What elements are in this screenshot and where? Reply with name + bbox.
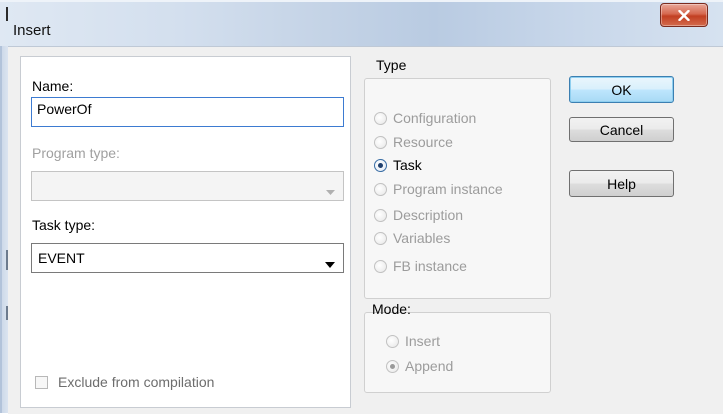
mode-group: Mode: Insert Append [364,301,551,393]
type-option-resource[interactable]: Resource [374,134,453,150]
type-option-label: Description [393,207,464,223]
cancel-button[interactable]: Cancel [569,117,674,142]
mode-option-label: Insert [405,333,441,349]
type-option-variables[interactable]: Variables [374,230,450,246]
radio-button[interactable] [374,231,387,245]
exclude-checkbox[interactable] [35,376,48,389]
title-bar[interactable]: Insert [0,0,723,46]
program-type-label: Program type: [32,145,120,161]
window-corner-mark [6,7,8,21]
help-button[interactable]: Help [569,170,674,197]
type-option-label: Configuration [393,110,477,126]
properties-panel: Name: PowerOf Program type: Task type: E… [20,56,351,408]
radio-button[interactable] [374,111,387,125]
type-option-fb-instance[interactable]: FB instance [374,258,467,274]
name-input[interactable]: PowerOf [31,97,344,127]
type-option-description[interactable]: Description [374,207,463,223]
task-type-label: Task type: [32,217,96,233]
mode-option-insert[interactable]: Insert [386,333,440,349]
type-option-label: FB instance [393,258,467,274]
radio-button[interactable] [374,259,387,273]
radio-button[interactable] [374,158,387,172]
radio-button[interactable] [374,135,387,149]
window-border [0,46,8,413]
type-option-label: Program instance [393,181,503,197]
task-type-value: EVENT [38,250,85,266]
type-group: Type Configuration Resource Task Program… [364,57,551,299]
type-option-task[interactable]: Task [374,157,422,173]
type-option-label: Variables [393,230,451,246]
type-option-label: Resource [393,134,453,150]
program-type-select[interactable] [31,171,344,201]
type-option-program-instance[interactable]: Program instance [374,181,503,197]
ok-button[interactable]: OK [569,76,674,103]
dialog-body: Name: PowerOf Program type: Task type: E… [8,46,723,414]
type-option-label: Task [393,157,422,173]
exclude-label: Exclude from compilation [58,374,215,390]
radio-button[interactable] [386,334,399,348]
mode-group-title: Mode: [372,301,411,317]
close-icon [678,9,690,21]
name-label: Name: [32,78,74,94]
chevron-down-icon [326,183,335,199]
radio-button[interactable] [374,182,387,196]
mode-option-append[interactable]: Append [386,358,453,374]
task-type-select[interactable]: EVENT [31,243,344,273]
window-title: Insert [13,22,51,39]
name-input-value: PowerOf [37,101,92,117]
close-button[interactable] [660,3,708,27]
chevron-down-icon [325,255,335,271]
type-group-title: Type [376,57,407,73]
type-option-configuration[interactable]: Configuration [374,110,476,126]
radio-button[interactable] [386,359,399,373]
radio-button[interactable] [374,208,387,222]
mode-option-label: Append [405,358,454,374]
